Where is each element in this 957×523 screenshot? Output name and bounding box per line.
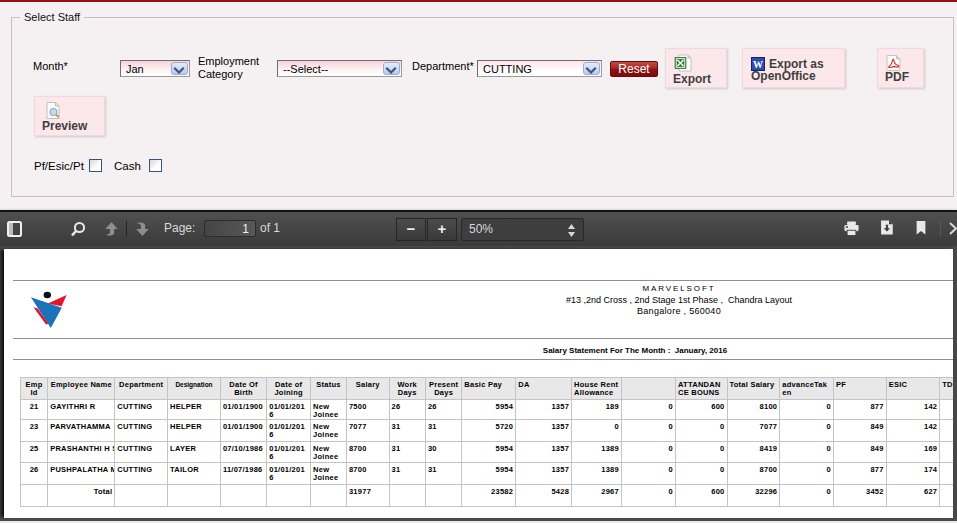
svg-text:W: W xyxy=(753,59,763,70)
